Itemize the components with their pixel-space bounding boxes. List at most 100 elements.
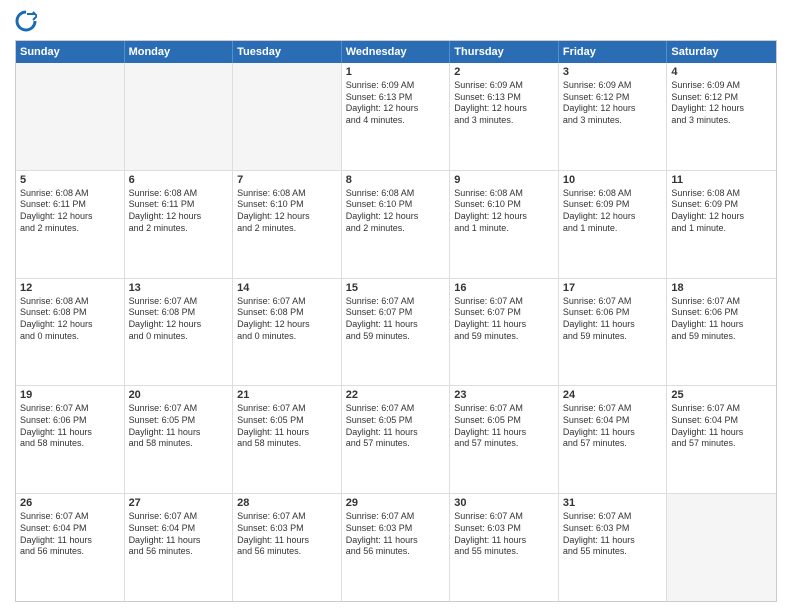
day-number: 22 [346, 389, 446, 401]
cell-text-line: and 2 minutes. [129, 223, 229, 235]
cell-text-line: and 3 minutes. [671, 115, 772, 127]
cell-text-line: Daylight: 11 hours [671, 319, 772, 331]
cell-text-line: and 59 minutes. [563, 331, 663, 343]
day-number: 14 [237, 282, 337, 294]
day-number: 26 [20, 497, 120, 509]
day-number: 9 [454, 174, 554, 186]
cell-text-line: and 58 minutes. [20, 438, 120, 450]
cell-text-line: Sunset: 6:05 PM [346, 415, 446, 427]
cell-text-line: and 59 minutes. [671, 331, 772, 343]
cell-text-line: Daylight: 12 hours [454, 211, 554, 223]
calendar-cell-0-6: 4Sunrise: 6:09 AMSunset: 6:12 PMDaylight… [667, 63, 776, 170]
cell-text-line: Daylight: 12 hours [563, 103, 663, 115]
calendar-cell-4-3: 29Sunrise: 6:07 AMSunset: 6:03 PMDayligh… [342, 494, 451, 601]
header-day-monday: Monday [125, 41, 234, 63]
cell-text-line: Sunrise: 6:08 AM [454, 188, 554, 200]
cell-text-line: Sunset: 6:08 PM [237, 307, 337, 319]
cell-text-line: Sunrise: 6:07 AM [671, 296, 772, 308]
cell-text-line: Daylight: 11 hours [346, 319, 446, 331]
cell-text-line: Sunset: 6:08 PM [129, 307, 229, 319]
cell-text-line: and 1 minute. [671, 223, 772, 235]
day-number: 28 [237, 497, 337, 509]
cell-text-line: Sunrise: 6:08 AM [563, 188, 663, 200]
cell-text-line: and 59 minutes. [346, 331, 446, 343]
calendar-cell-3-1: 20Sunrise: 6:07 AMSunset: 6:05 PMDayligh… [125, 386, 234, 493]
day-number: 19 [20, 389, 120, 401]
cell-text-line: Sunset: 6:03 PM [346, 523, 446, 535]
day-number: 21 [237, 389, 337, 401]
cell-text-line: Sunrise: 6:08 AM [671, 188, 772, 200]
cell-text-line: and 2 minutes. [237, 223, 337, 235]
calendar-cell-0-1 [125, 63, 234, 170]
header-day-wednesday: Wednesday [342, 41, 451, 63]
calendar: SundayMondayTuesdayWednesdayThursdayFrid… [15, 40, 777, 602]
calendar-cell-4-0: 26Sunrise: 6:07 AMSunset: 6:04 PMDayligh… [16, 494, 125, 601]
day-number: 10 [563, 174, 663, 186]
cell-text-line: Daylight: 11 hours [129, 427, 229, 439]
day-number: 3 [563, 66, 663, 78]
day-number: 6 [129, 174, 229, 186]
cell-text-line: and 3 minutes. [454, 115, 554, 127]
cell-text-line: Sunrise: 6:07 AM [237, 296, 337, 308]
calendar-row-4: 26Sunrise: 6:07 AMSunset: 6:04 PMDayligh… [16, 494, 776, 601]
cell-text-line: Daylight: 12 hours [237, 211, 337, 223]
cell-text-line: Daylight: 11 hours [563, 319, 663, 331]
cell-text-line: Daylight: 12 hours [671, 211, 772, 223]
cell-text-line: Sunset: 6:03 PM [454, 523, 554, 535]
calendar-cell-2-4: 16Sunrise: 6:07 AMSunset: 6:07 PMDayligh… [450, 279, 559, 386]
cell-text-line: Sunrise: 6:07 AM [454, 296, 554, 308]
cell-text-line: Sunrise: 6:08 AM [20, 188, 120, 200]
day-number: 13 [129, 282, 229, 294]
cell-text-line: Daylight: 11 hours [237, 427, 337, 439]
cell-text-line: Sunset: 6:08 PM [20, 307, 120, 319]
cell-text-line: and 55 minutes. [454, 546, 554, 558]
cell-text-line: Sunset: 6:05 PM [454, 415, 554, 427]
cell-text-line: Sunrise: 6:09 AM [671, 80, 772, 92]
cell-text-line: Daylight: 12 hours [20, 211, 120, 223]
header-day-tuesday: Tuesday [233, 41, 342, 63]
header-day-saturday: Saturday [667, 41, 776, 63]
cell-text-line: Sunset: 6:05 PM [237, 415, 337, 427]
calendar-cell-0-5: 3Sunrise: 6:09 AMSunset: 6:12 PMDaylight… [559, 63, 668, 170]
day-number: 1 [346, 66, 446, 78]
cell-text-line: Daylight: 11 hours [454, 535, 554, 547]
cell-text-line: Sunset: 6:05 PM [129, 415, 229, 427]
cell-text-line: and 57 minutes. [346, 438, 446, 450]
day-number: 4 [671, 66, 772, 78]
cell-text-line: Daylight: 12 hours [454, 103, 554, 115]
cell-text-line: Sunrise: 6:07 AM [237, 511, 337, 523]
calendar-cell-0-0 [16, 63, 125, 170]
cell-text-line: Daylight: 12 hours [129, 319, 229, 331]
header-day-sunday: Sunday [16, 41, 125, 63]
cell-text-line: Daylight: 11 hours [454, 427, 554, 439]
calendar-cell-2-3: 15Sunrise: 6:07 AMSunset: 6:07 PMDayligh… [342, 279, 451, 386]
cell-text-line: Sunrise: 6:07 AM [454, 511, 554, 523]
cell-text-line: and 0 minutes. [20, 331, 120, 343]
cell-text-line: Daylight: 11 hours [237, 535, 337, 547]
cell-text-line: Sunset: 6:04 PM [129, 523, 229, 535]
cell-text-line: Sunrise: 6:09 AM [346, 80, 446, 92]
cell-text-line: Sunrise: 6:07 AM [563, 296, 663, 308]
calendar-cell-2-6: 18Sunrise: 6:07 AMSunset: 6:06 PMDayligh… [667, 279, 776, 386]
day-number: 20 [129, 389, 229, 401]
cell-text-line: Sunset: 6:04 PM [671, 415, 772, 427]
calendar-cell-1-2: 7Sunrise: 6:08 AMSunset: 6:10 PMDaylight… [233, 171, 342, 278]
calendar-cell-2-0: 12Sunrise: 6:08 AMSunset: 6:08 PMDayligh… [16, 279, 125, 386]
cell-text-line: Daylight: 11 hours [20, 535, 120, 547]
cell-text-line: and 57 minutes. [563, 438, 663, 450]
cell-text-line: Sunset: 6:04 PM [20, 523, 120, 535]
cell-text-line: and 1 minute. [563, 223, 663, 235]
calendar-cell-2-1: 13 Sunrise: 6:07 AMSunset: 6:08 PMDayligh… [125, 279, 234, 386]
day-number: 25 [671, 389, 772, 401]
logo-icon [15, 10, 37, 32]
calendar-cell-3-4: 23Sunrise: 6:07 AMSunset: 6:05 PMDayligh… [450, 386, 559, 493]
cell-text-line: Sunrise: 6:07 AM [129, 296, 229, 308]
day-number: 17 [563, 282, 663, 294]
cell-text-line: Sunset: 6:11 PM [20, 199, 120, 211]
cell-text-line: Sunrise: 6:08 AM [20, 296, 120, 308]
cell-text-line: Daylight: 12 hours [346, 103, 446, 115]
cell-text-line: Sunrise: 6:09 AM [454, 80, 554, 92]
cell-text-line: Sunset: 6:07 PM [346, 307, 446, 319]
day-number: 31 [563, 497, 663, 509]
cell-text-line: Sunrise: 6:07 AM [563, 403, 663, 415]
